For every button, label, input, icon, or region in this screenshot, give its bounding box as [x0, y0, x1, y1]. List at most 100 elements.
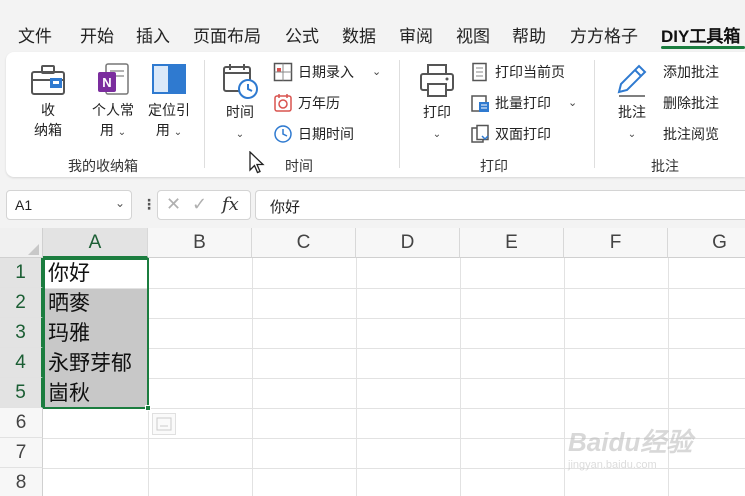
watermark-url: jingyan.baidu.com	[568, 459, 657, 471]
perpetual-calendar-button[interactable]: 万年历	[273, 91, 340, 115]
column-header-g[interactable]: G	[668, 228, 745, 258]
batch-print-icon	[471, 95, 489, 112]
date-time-button[interactable]: 日期时间	[273, 122, 354, 146]
row-header-1[interactable]: 1	[0, 258, 43, 288]
locate-reference-button[interactable]: 定位引 用 ⌄	[144, 62, 194, 143]
row-header-6[interactable]: 6	[0, 408, 43, 438]
tab-data[interactable]: 数据	[342, 22, 376, 47]
personal-use-button[interactable]: N 个人常 用 ⌄	[88, 62, 138, 143]
cell-a3[interactable]: 玛雅	[44, 319, 147, 349]
group-divider	[594, 60, 595, 168]
row-header-2[interactable]: 2	[0, 288, 43, 318]
row-header-3[interactable]: 3	[0, 318, 43, 348]
date-entry-label: 日期录入	[298, 64, 354, 80]
menu-bar: 文件 开始 插入 页面布局 公式 数据 审阅 视图 帮助 方方格子 DIY工具箱	[0, 0, 745, 50]
page-print-icon	[472, 62, 487, 82]
tab-fangfang[interactable]: 方方格子	[570, 22, 638, 47]
chevron-down-icon: ⌄	[432, 129, 442, 140]
time-label: 时间	[226, 104, 254, 120]
cell-a1[interactable]: 你好	[44, 259, 147, 289]
mouse-cursor-icon	[249, 151, 265, 174]
insert-function-button[interactable]: fx	[222, 194, 239, 215]
column-header-f[interactable]: F	[564, 228, 668, 258]
group-divider	[399, 60, 400, 168]
group-divider	[204, 60, 205, 168]
quick-analysis-icon[interactable]	[152, 413, 176, 435]
active-tab-indicator	[661, 46, 745, 49]
chevron-down-icon: ⌄	[627, 129, 637, 140]
more-options-icon[interactable]: ⋮	[142, 196, 156, 213]
tab-home[interactable]: 开始	[80, 22, 114, 47]
formula-input[interactable]: 你好	[255, 190, 745, 220]
column-header-d[interactable]: D	[356, 228, 460, 258]
gridline	[564, 258, 565, 496]
tab-review[interactable]: 审阅	[399, 22, 433, 47]
select-all-corner[interactable]	[0, 228, 43, 258]
name-box[interactable]: A1 ⌄	[6, 190, 132, 220]
formula-content: 你好	[270, 199, 301, 216]
print-current-page-label: 打印当前页	[495, 64, 565, 80]
duplex-print-button[interactable]: 双面打印	[470, 122, 551, 146]
tab-view[interactable]: 视图	[456, 22, 490, 47]
review-comments-button[interactable]: 批注阅览	[663, 122, 719, 146]
group-label-print: 打印	[480, 158, 508, 174]
comment-label: 批注	[618, 104, 646, 120]
tab-formulas[interactable]: 公式	[285, 22, 319, 47]
formula-bar: A1 ⌄ ⋮ ✕ ✓ fx 你好	[0, 184, 745, 226]
cell-a4[interactable]: 永野芽郁	[44, 349, 147, 379]
row-header-8[interactable]: 8	[0, 468, 43, 496]
print-label: 打印	[423, 104, 451, 120]
tab-help[interactable]: 帮助	[512, 22, 546, 47]
pencil-icon	[617, 64, 647, 97]
print-current-page-button[interactable]: 打印当前页	[470, 60, 565, 84]
row-header-7[interactable]: 7	[0, 438, 43, 468]
chevron-down-icon: ⌄	[235, 129, 245, 140]
gridline	[356, 258, 357, 496]
cell-a5[interactable]: 崮秋	[44, 379, 147, 409]
calendar-clock-icon	[223, 64, 258, 99]
onenote-icon: N	[98, 63, 129, 95]
date-grid-icon	[273, 62, 293, 82]
column-header-b[interactable]: B	[148, 228, 252, 258]
time-button[interactable]: 时间 ⌄	[218, 62, 262, 145]
confirm-icon[interactable]: ✓	[192, 194, 207, 215]
duplex-print-icon	[471, 124, 489, 143]
duplex-print-label: 双面打印	[495, 126, 551, 142]
tab-diy-toolbox[interactable]: DIY工具箱	[661, 22, 740, 47]
cancel-icon[interactable]: ✕	[166, 194, 181, 215]
chevron-down-icon[interactable]: ⌄	[372, 65, 381, 78]
ribbon: 收 纳箱 N 个人常 用 ⌄ 定位引 用 ⌄ 我的收纳箱 时间 ⌄ 日期录入 ⌄…	[6, 52, 745, 177]
chevron-down-icon[interactable]: ⌄	[115, 196, 125, 210]
batch-print-label: 批量打印	[495, 95, 551, 111]
name-box-value: A1	[15, 197, 33, 213]
svg-text:N: N	[102, 75, 111, 90]
add-comment-button[interactable]: 添加批注	[663, 60, 719, 84]
batch-print-button[interactable]: 批量打印	[470, 91, 551, 115]
column-header-a[interactable]: A	[43, 228, 148, 258]
group-label-time: 时间	[285, 158, 313, 174]
fill-handle[interactable]	[145, 405, 151, 411]
calendar-icon	[274, 94, 292, 112]
storage-box-button[interactable]: 收 纳箱	[26, 62, 70, 140]
gridline	[460, 258, 461, 496]
row-header-4[interactable]: 4	[0, 348, 43, 378]
group-label-comments: 批注	[651, 158, 679, 174]
delete-comment-button[interactable]: 删除批注	[663, 91, 719, 115]
row-header-5[interactable]: 5	[0, 378, 43, 408]
comment-button[interactable]: 批注 ⌄	[610, 62, 654, 145]
cell-a2[interactable]: 晒麥	[44, 289, 147, 319]
column-header-c[interactable]: C	[252, 228, 356, 258]
tab-file[interactable]: 文件	[18, 22, 52, 47]
printer-icon	[420, 64, 454, 97]
gridline	[252, 258, 253, 496]
column-header-e[interactable]: E	[460, 228, 564, 258]
tab-page-layout[interactable]: 页面布局	[193, 22, 261, 47]
clock-icon	[274, 125, 292, 143]
date-entry-button[interactable]: 日期录入	[273, 60, 354, 84]
chevron-down-icon[interactable]: ⌄	[568, 96, 577, 109]
watermark-brand: Baidu经验	[568, 427, 693, 457]
chevron-down-icon: ⌄	[117, 127, 127, 138]
print-button[interactable]: 打印 ⌄	[415, 62, 459, 145]
tab-insert[interactable]: 插入	[136, 22, 170, 47]
group-label-storage: 我的收纳箱	[68, 158, 138, 174]
